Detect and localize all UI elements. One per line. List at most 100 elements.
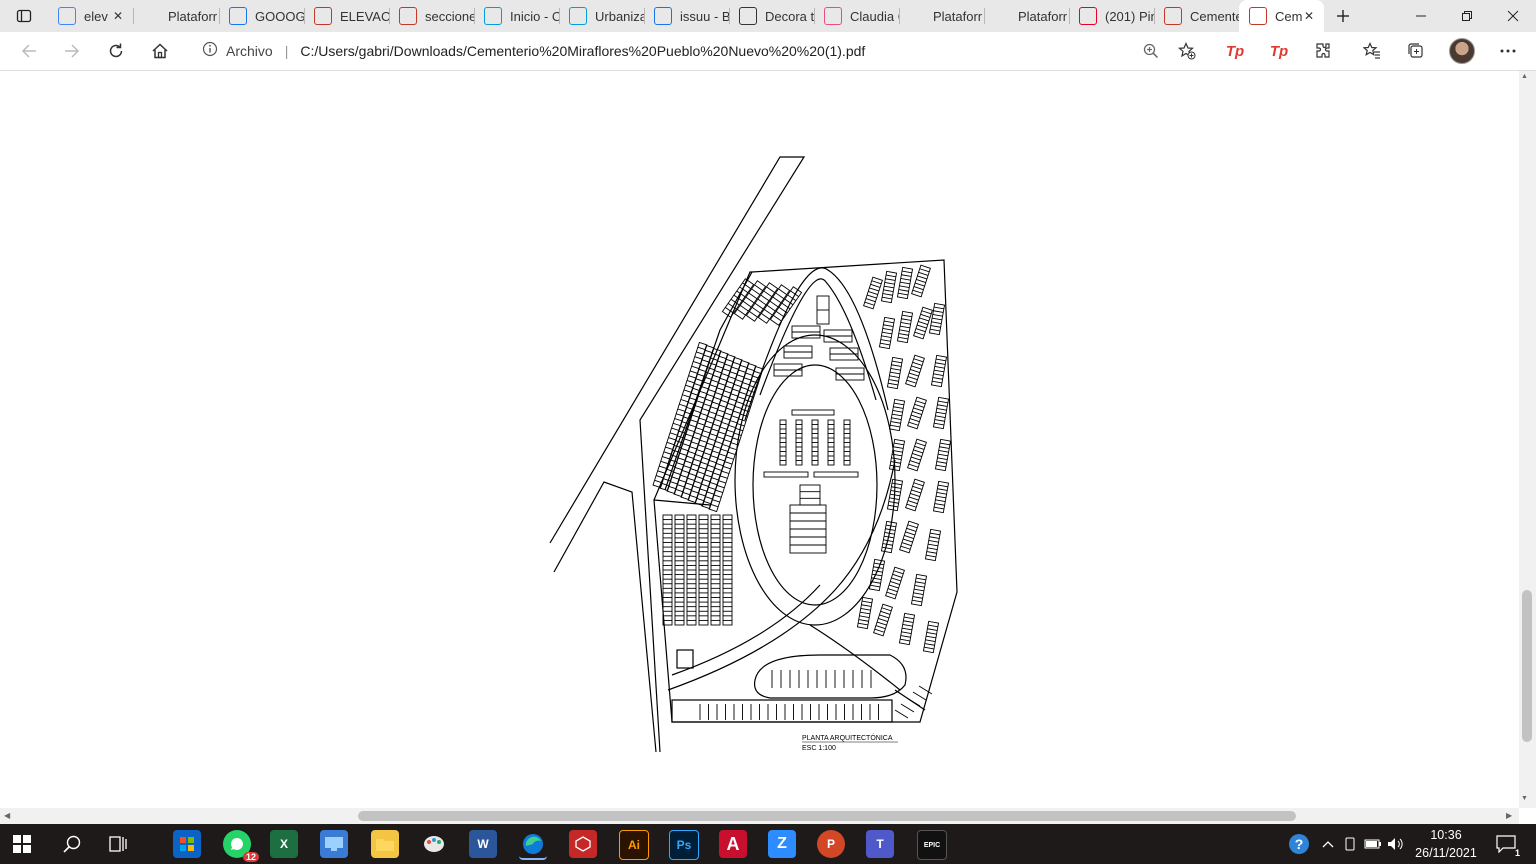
chapel [773,363,803,377]
grave-block [930,354,948,388]
back-button[interactable] [14,37,44,65]
tab-8[interactable]: issuu - B [644,0,729,32]
grave-row [674,514,685,626]
vertical-scroll-thumb[interactable] [1522,590,1532,742]
more-options-icon[interactable] [1493,37,1523,65]
autocad-icon[interactable]: A [719,830,747,858]
chapel [783,345,813,359]
tab-11[interactable]: Plataforr [899,0,984,32]
store-icon[interactable] [173,830,201,858]
tp-extension-icon-2[interactable]: Tp [1264,37,1294,65]
tab-3[interactable]: GOOOGL [219,0,304,32]
search-icon[interactable] [58,830,86,858]
horizontal-scroll-thumb[interactable] [358,811,1296,821]
tab-label: Plataforr [168,8,218,24]
tab-13[interactable]: (201) Pin [1069,0,1154,32]
canva-icon [484,7,502,25]
word-icon[interactable]: W [469,830,497,858]
blank-icon [144,8,160,24]
start-windows-icon[interactable] [8,830,36,858]
parking-stall [906,697,921,707]
close-window-button[interactable] [1490,0,1536,32]
tab-label: Plataforr [933,8,983,24]
tab-label: elev [84,8,108,24]
scroll-down-icon[interactable]: ▼ [1521,795,1528,802]
grave-block [885,566,905,600]
photoshop-icon[interactable]: Ps [669,830,699,860]
info-icon[interactable] [202,41,218,61]
tab-4[interactable]: ELEVACIC [304,0,389,32]
scroll-right-icon[interactable]: ▶ [1506,811,1512,820]
pdf-viewer[interactable]: PLANTA ARQUITECTÓNICA ESC 1:100 [0,71,1519,808]
zoom-icon[interactable] [1136,37,1166,65]
tab-label: (201) Pin [1105,8,1154,24]
clock[interactable]: 10:36 26/11/2021 [1404,826,1488,862]
refresh-button[interactable] [101,37,131,65]
grave-block [863,276,883,310]
windows-taskbar: 12 X W Ai Ps A Z P T EPIC ? 10:36 26/11/… [0,824,1536,864]
tab-2[interactable]: Plataforr [134,0,219,32]
pdf-icon [399,7,417,25]
central-row [779,419,787,466]
tab-14[interactable]: Cemente [1154,0,1239,32]
tab-10[interactable]: Claudia C [814,0,899,32]
home-button[interactable] [145,37,175,65]
epic-games-icon[interactable]: EPIC [917,830,947,860]
task-view-icon[interactable] [105,830,133,858]
paint-icon[interactable] [420,830,448,858]
illustrator-icon[interactable]: Ai [619,830,649,860]
file-explorer-icon[interactable] [371,830,399,858]
grave-block [888,398,906,432]
notifications-icon[interactable]: 1 [1492,830,1520,858]
desktop-app-icon[interactable] [320,830,348,858]
chapel [823,329,853,343]
profile-avatar[interactable] [1447,37,1477,65]
grave-row [710,514,721,626]
tab-15[interactable]: Cem ✕ [1239,0,1324,32]
clock-time: 10:36 [1430,828,1462,842]
minimize-button[interactable] [1398,0,1444,32]
grave-block [922,620,940,654]
grave-block [932,480,950,514]
address-bar[interactable]: Archivo | C:/Users/gabri/Downloads/Cemen… [188,35,1206,67]
close-tab-icon[interactable]: ✕ [113,9,123,23]
url-text: C:/Users/gabri/Downloads/Cementerio%20Mi… [300,43,866,59]
google-icon [58,7,76,25]
tab-label: Inicio - C [510,8,559,24]
close-tab-icon[interactable]: ✕ [1304,9,1314,23]
teams-icon[interactable]: T [866,830,894,858]
grave-block [928,302,946,336]
tab-12[interactable]: Plataforr [984,0,1069,32]
excel-icon[interactable]: X [270,830,298,858]
tp-extension-icon[interactable]: Tp [1220,37,1250,65]
favorites-icon[interactable] [1357,37,1387,65]
pdf-icon [1164,7,1182,25]
sketchup-icon[interactable] [569,830,597,858]
grave-block [888,438,906,472]
tab-7[interactable]: Urbaniza [559,0,644,32]
tab-label: GOOOGL [255,8,304,24]
new-tab-button[interactable] [1320,0,1366,32]
zoom-app-icon[interactable]: Z [768,830,796,858]
address-scheme-label: Archivo [226,43,273,59]
forward-button[interactable] [57,37,87,65]
scroll-up-icon[interactable]: ▲ [1521,73,1528,80]
extensions-icon[interactable] [1308,37,1338,65]
tab-6[interactable]: Inicio - C [474,0,559,32]
whatsapp-icon[interactable]: 12 [223,830,259,862]
help-icon[interactable]: ? [1285,830,1313,858]
powerpoint-icon[interactable]: P [817,830,845,858]
tab-5[interactable]: seccione [389,0,474,32]
add-favorite-icon[interactable] [1172,37,1202,65]
tab-actions-icon[interactable] [2,0,46,32]
grave-block [907,438,927,472]
restore-button[interactable] [1444,0,1490,32]
scroll-left-icon[interactable]: ◀ [4,811,10,820]
parking-stall [912,691,927,701]
tab-9[interactable]: Decora tu [729,0,814,32]
collections-icon[interactable] [1401,37,1431,65]
grave-block [898,612,916,646]
tab-1[interactable]: elev ✕ [48,0,133,32]
edge-icon[interactable] [519,830,547,860]
grave-block [880,270,898,304]
